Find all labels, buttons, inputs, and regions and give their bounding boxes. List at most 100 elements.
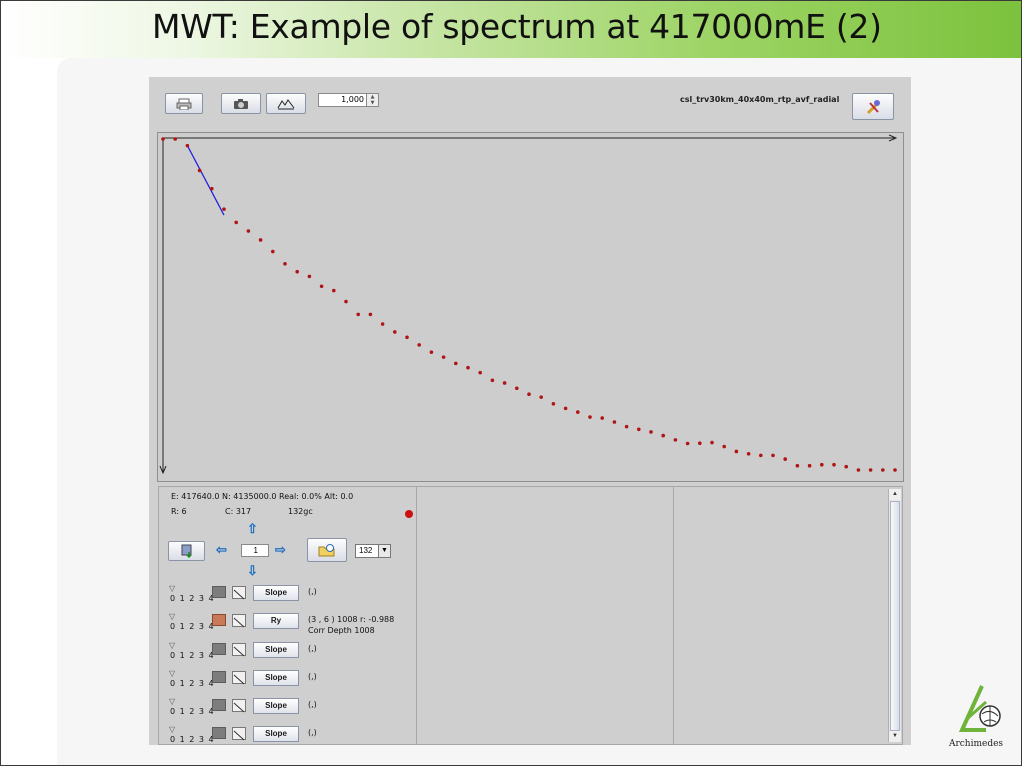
arrow-up-icon[interactable]: ⇧ xyxy=(247,522,258,535)
row-value: (,) xyxy=(308,587,317,596)
data-point xyxy=(624,424,629,429)
coords-text: E: 417640.0 N: 4135000.0 Real: 0.0% Alt:… xyxy=(171,492,354,501)
shield-icon[interactable]: ▽ xyxy=(169,725,175,734)
data-point xyxy=(759,453,763,458)
row-digits[interactable]: 0 1 2 3 4 xyxy=(170,679,215,688)
eye-icon[interactable] xyxy=(212,727,226,739)
data-point xyxy=(454,361,458,366)
data-point xyxy=(771,453,775,458)
eye-icon[interactable] xyxy=(212,586,226,598)
data-point xyxy=(820,462,824,467)
row-action-button[interactable]: Slope xyxy=(253,642,299,658)
profile-icon xyxy=(277,98,295,109)
eye-icon[interactable] xyxy=(212,671,226,683)
data-point xyxy=(307,274,312,279)
eye-icon[interactable] xyxy=(212,614,226,626)
data-point xyxy=(490,378,495,383)
line-tool-icon[interactable] xyxy=(232,643,246,657)
scroll-up-icon[interactable]: ▲ xyxy=(889,489,901,500)
line-tool-icon[interactable] xyxy=(232,671,246,685)
shield-icon[interactable]: ▽ xyxy=(169,612,175,621)
data-point xyxy=(600,416,604,420)
row-action-button[interactable]: Slope xyxy=(253,585,299,601)
arrow-down-icon[interactable]: ⇩ xyxy=(247,564,258,577)
data-point xyxy=(295,269,299,274)
data-point xyxy=(393,330,397,334)
data-point xyxy=(429,350,434,354)
vertical-scrollbar[interactable]: ▲ ▼ xyxy=(888,489,901,742)
line-tool-icon[interactable] xyxy=(232,586,246,600)
data-point xyxy=(844,464,848,469)
data-point xyxy=(466,365,470,370)
data-point xyxy=(319,284,324,289)
row-digits[interactable]: 0 1 2 3 4 xyxy=(170,651,215,660)
row-5: ▽ 0 1 2 3 4 Slope (,) xyxy=(167,725,413,747)
eye-icon[interactable] xyxy=(212,643,226,655)
shield-icon[interactable]: ▽ xyxy=(169,669,175,678)
archimedes-logo-icon xyxy=(958,685,1001,732)
app-window: 1,000 ▲ ▼ csl_trv30km_40x40m_rtp_avf_radi… xyxy=(149,77,911,745)
tools-icon xyxy=(866,99,880,114)
line-tool-icon[interactable] xyxy=(232,727,246,741)
spectrum-plot[interactable] xyxy=(157,132,904,482)
data-point xyxy=(734,449,739,454)
row-value: (,) xyxy=(308,728,317,737)
line-tool-icon[interactable] xyxy=(232,614,246,628)
data-point xyxy=(332,288,336,293)
row-digits[interactable]: 0 1 2 3 4 xyxy=(170,594,215,603)
eye-icon[interactable] xyxy=(212,699,226,711)
row-action-button[interactable]: Slope xyxy=(253,670,299,686)
arrow-right-icon[interactable]: ⇨ xyxy=(275,543,286,556)
tools-button[interactable] xyxy=(852,93,894,120)
row-digits[interactable]: 0 1 2 3 4 xyxy=(170,707,215,716)
data-point xyxy=(185,143,190,148)
step-spinner[interactable]: 1 xyxy=(241,544,269,557)
data-point xyxy=(698,441,702,445)
spinner-arrows-icon[interactable]: ▲ ▼ xyxy=(366,94,378,106)
dataset-name: csl_trv30km_40x40m_rtp_avf_radial xyxy=(680,95,840,104)
line-tool-icon[interactable] xyxy=(232,699,246,713)
shield-icon[interactable]: ▽ xyxy=(169,697,175,706)
zoom-spinner[interactable]: 1,000 ▲ ▼ xyxy=(318,93,379,107)
data-point xyxy=(246,229,251,233)
profile-button[interactable] xyxy=(266,93,306,114)
control-panel: E: 417640.0 N: 4135000.0 Real: 0.0% Alt:… xyxy=(159,487,417,744)
data-point xyxy=(856,468,861,472)
data-point xyxy=(271,249,275,254)
arrow-left-icon[interactable]: ⇦ xyxy=(216,543,227,556)
data-point xyxy=(222,207,226,211)
data-point xyxy=(356,312,360,317)
row-action-button[interactable]: Ry xyxy=(253,613,299,629)
data-point xyxy=(612,420,617,424)
row-action-button[interactable]: Slope xyxy=(253,698,299,714)
channel-select[interactable]: 132 ▼ xyxy=(355,544,391,558)
data-point xyxy=(868,468,873,472)
data-point xyxy=(283,261,287,266)
row-value-2: Corr Depth 1008 xyxy=(308,626,375,635)
data-point xyxy=(893,468,897,472)
scroll-thumb[interactable] xyxy=(890,501,900,731)
fit-line xyxy=(186,145,225,216)
folder-button[interactable] xyxy=(307,538,347,562)
data-point xyxy=(258,238,263,242)
row-action-button[interactable]: Slope xyxy=(253,726,299,742)
snapshot-button[interactable] xyxy=(221,93,261,114)
data-point xyxy=(637,427,641,432)
data-point xyxy=(588,415,592,419)
shield-icon[interactable]: ▽ xyxy=(169,641,175,650)
scroll-down-icon[interactable]: ▼ xyxy=(889,731,901,742)
row-3: ▽ 0 1 2 3 4 Slope (,) xyxy=(167,669,413,691)
row-digits[interactable]: 0 1 2 3 4 xyxy=(170,622,215,631)
print-button[interactable] xyxy=(165,93,203,114)
logo-caption: Archimedes xyxy=(948,739,1004,749)
middle-panel xyxy=(417,487,674,744)
data-point xyxy=(197,168,202,173)
shield-icon[interactable]: ▽ xyxy=(169,584,175,593)
printer-icon xyxy=(176,98,192,110)
data-point xyxy=(527,392,531,397)
row-value: (,) xyxy=(308,672,317,681)
export-button[interactable] xyxy=(168,541,205,561)
data-point xyxy=(783,457,787,461)
row-digits[interactable]: 0 1 2 3 4 xyxy=(170,735,215,744)
data-point xyxy=(539,395,543,399)
